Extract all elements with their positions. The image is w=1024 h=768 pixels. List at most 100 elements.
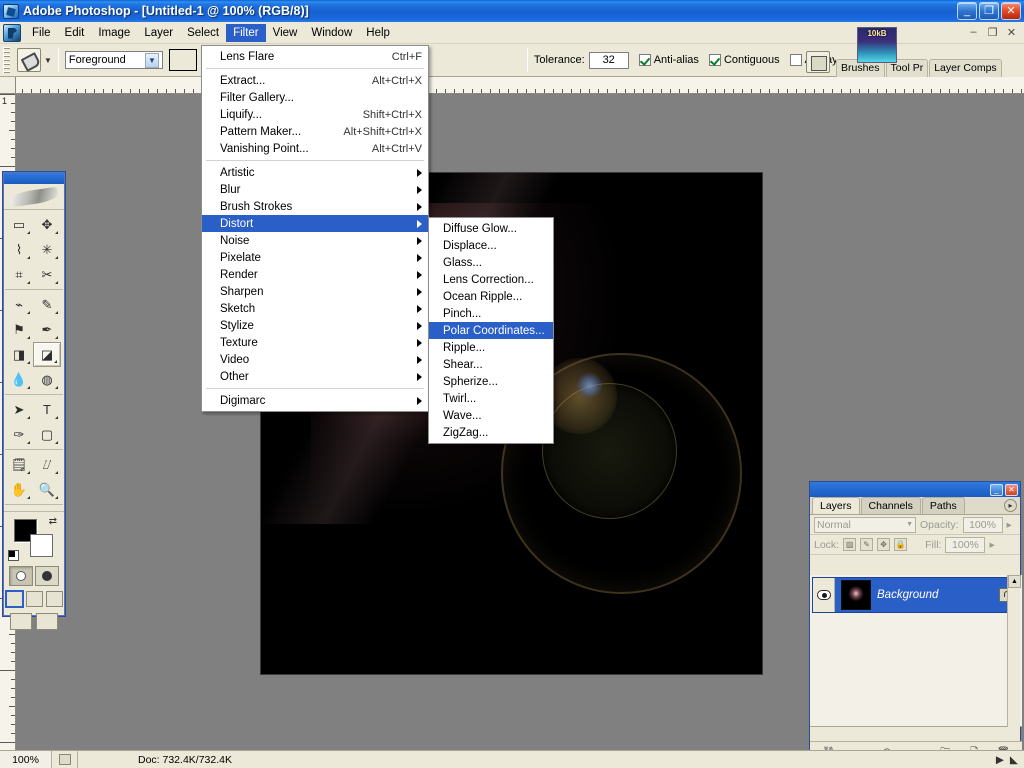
options-bar-grip[interactable] xyxy=(3,47,10,73)
close-button[interactable]: ✕ xyxy=(1001,2,1021,20)
opacity-stepper-icon[interactable]: ▸ xyxy=(1007,519,1012,531)
distort-menu-item-spherize[interactable]: Spherize... xyxy=(429,373,553,390)
path-selection-tool[interactable]: ➤ xyxy=(5,397,33,422)
filter-menu-item-digimarc[interactable]: Digimarc xyxy=(202,392,428,409)
pen-tool[interactable]: ✑ xyxy=(5,422,33,447)
status-resize-grip-icon[interactable]: ◣ xyxy=(1010,754,1018,766)
tab-paths[interactable]: Paths xyxy=(921,497,965,514)
lock-transparent-pixels-icon[interactable]: ▨ xyxy=(843,538,857,551)
filter-menu-item-pattern-maker[interactable]: Pattern Maker... Alt+Shift+Ctrl+X xyxy=(202,123,428,140)
tab-channels[interactable]: Channels xyxy=(860,497,921,514)
menu-select[interactable]: Select xyxy=(180,24,226,42)
distort-menu-item-glass[interactable]: Glass... xyxy=(429,254,553,271)
menu-edit[interactable]: Edit xyxy=(58,24,92,42)
eyedropper-tool[interactable]: ⌰ xyxy=(33,452,61,477)
jump-to-icon[interactable] xyxy=(10,613,32,630)
filter-dropdown-menu[interactable]: Lens Flare Ctrl+F Extract... Alt+Ctrl+X Filt… xyxy=(201,45,429,412)
menu-file[interactable]: File xyxy=(25,24,58,42)
swap-colors-icon[interactable]: ⇄ xyxy=(49,516,57,527)
brush-tool[interactable]: ✎ xyxy=(33,292,61,317)
slice-tool[interactable]: ✂ xyxy=(33,262,61,287)
magic-wand-tool[interactable]: ✳ xyxy=(33,237,61,262)
minimize-button[interactable]: _ xyxy=(957,2,977,20)
distort-submenu[interactable]: Diffuse Glow... Displace... Glass... Lens C… xyxy=(428,217,554,444)
filter-menu-item-video[interactable]: Video xyxy=(202,351,428,368)
anti-alias-checkbox[interactable]: Anti-alias xyxy=(638,54,699,66)
filter-menu-item-filter-gallery[interactable]: Filter Gallery... xyxy=(202,89,428,106)
filter-menu-item-noise[interactable]: Noise xyxy=(202,232,428,249)
lock-position-icon[interactable]: ✥ xyxy=(877,538,891,551)
type-tool[interactable]: T xyxy=(33,397,61,422)
zoom-level-input[interactable]: 100% xyxy=(0,750,52,768)
checkbox-icon[interactable] xyxy=(708,54,721,66)
fill-input[interactable]: 100% xyxy=(945,536,986,553)
menu-layer[interactable]: Layer xyxy=(137,24,180,42)
checkbox-icon[interactable] xyxy=(638,54,651,66)
filter-menu-item-extract[interactable]: Extract... Alt+Ctrl+X xyxy=(202,72,428,89)
opacity-input[interactable]: 100% xyxy=(962,516,1003,533)
document-icon[interactable] xyxy=(3,23,21,42)
tab-layers[interactable]: Layers xyxy=(812,497,860,514)
toggle-palettes-button[interactable] xyxy=(806,51,830,73)
full-screen-menubar-mode-button[interactable] xyxy=(25,591,43,607)
palette-well-tab-layer-comps[interactable]: Layer Comps xyxy=(929,59,1002,77)
fill-stepper-icon[interactable]: ▸ xyxy=(989,539,994,551)
layers-palette-title-bar[interactable]: _ ✕ xyxy=(810,482,1020,497)
maximize-button[interactable]: ❐ xyxy=(979,2,999,20)
notes-tool[interactable]: 🗒 xyxy=(5,452,33,477)
marquee-tool[interactable]: ▭ xyxy=(5,212,33,237)
distort-menu-item-wave[interactable]: Wave... xyxy=(429,407,553,424)
lasso-tool[interactable]: ⌇ xyxy=(5,237,33,262)
distort-menu-item-shear[interactable]: Shear... xyxy=(429,356,553,373)
contiguous-checkbox[interactable]: Contiguous xyxy=(708,54,780,66)
dodge-tool[interactable]: ◍ xyxy=(33,367,61,392)
chevron-down-icon[interactable]: ▼ xyxy=(144,52,159,68)
filter-menu-item-brush-strokes[interactable]: Brush Strokes xyxy=(202,198,428,215)
layer-visibility-toggle[interactable] xyxy=(813,578,835,612)
distort-menu-item-pinch[interactable]: Pinch... xyxy=(429,305,553,322)
tool-preset-picker[interactable]: ▼ xyxy=(17,48,52,72)
background-color-swatch[interactable] xyxy=(30,534,53,557)
distort-menu-item-lens-correction[interactable]: Lens Correction... xyxy=(429,271,553,288)
ruler-corner[interactable] xyxy=(0,77,16,94)
layer-name[interactable]: Background xyxy=(877,589,999,601)
tolerance-input[interactable]: 32 xyxy=(588,51,629,69)
horizontal-ruler[interactable] xyxy=(16,77,1024,94)
hand-tool[interactable]: ✋ xyxy=(5,477,33,502)
eye-icon[interactable] xyxy=(816,590,831,600)
standard-screen-mode-button[interactable] xyxy=(5,591,23,607)
filter-menu-item-blur[interactable]: Blur xyxy=(202,181,428,198)
menu-view[interactable]: View xyxy=(266,24,305,42)
layers-palette-minimize-button[interactable]: _ xyxy=(990,483,1003,496)
scroll-up-icon[interactable]: ▲ xyxy=(1008,575,1021,588)
layer-row-background[interactable]: Background xyxy=(812,577,1020,613)
filter-menu-item-liquify[interactable]: Liquify... Shift+Ctrl+X xyxy=(202,106,428,123)
document-close-button[interactable]: ✕ xyxy=(1005,26,1018,39)
imageready-icon[interactable] xyxy=(36,613,58,630)
shape-tool[interactable]: ▢ xyxy=(33,422,61,447)
filter-menu-item-render[interactable]: Render xyxy=(202,266,428,283)
checkbox-icon[interactable] xyxy=(789,54,802,66)
filter-menu-item-vanishing-point[interactable]: Vanishing Point... Alt+Ctrl+V xyxy=(202,140,428,157)
filter-menu-item-sharpen[interactable]: Sharpen xyxy=(202,283,428,300)
blur-tool[interactable]: 💧 xyxy=(5,367,33,392)
distort-menu-item-ripple[interactable]: Ripple... xyxy=(429,339,553,356)
filter-menu-item-sketch[interactable]: Sketch xyxy=(202,300,428,317)
menu-help[interactable]: Help xyxy=(359,24,397,42)
healing-brush-tool[interactable]: ⌁ xyxy=(5,292,33,317)
document-restore-button[interactable]: ❐ xyxy=(986,26,999,39)
toolbox-title-bar[interactable] xyxy=(4,173,64,184)
filter-menu-item-pixelate[interactable]: Pixelate xyxy=(202,249,428,266)
move-tool[interactable]: ✥ xyxy=(33,212,61,237)
distort-menu-item-twirl[interactable]: Twirl... xyxy=(429,390,553,407)
filter-menu-item-texture[interactable]: Texture xyxy=(202,334,428,351)
history-brush-tool[interactable]: ✒ xyxy=(33,317,61,342)
layers-list[interactable]: Background xyxy=(810,575,1022,727)
lock-image-pixels-icon[interactable]: ✎ xyxy=(860,538,874,551)
palette-menu-icon[interactable]: ▸ xyxy=(1004,499,1017,512)
blend-mode-select[interactable]: Normal ▼ xyxy=(814,516,916,533)
layers-scrollbar[interactable]: ▲ xyxy=(1007,575,1021,727)
fill-source-select[interactable]: Foreground ▼ xyxy=(64,51,163,69)
menu-image[interactable]: Image xyxy=(91,24,137,42)
zoom-tool[interactable]: 🔍 xyxy=(33,477,61,502)
